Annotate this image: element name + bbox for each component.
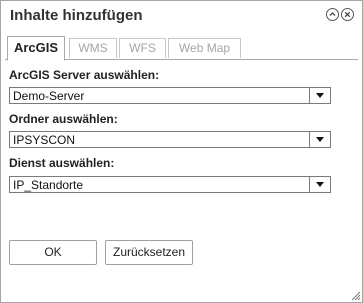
close-icon [344, 11, 351, 18]
resize-grip-icon[interactable] [350, 290, 361, 301]
folder-select-arrow[interactable] [309, 132, 330, 147]
server-select-value: Demo-Server [13, 89, 85, 103]
triangle-down-icon [316, 182, 324, 187]
folder-label: Ordner auswählen: [9, 112, 118, 126]
collapse-button[interactable] [326, 8, 339, 21]
server-select[interactable]: Demo-Server [9, 87, 331, 104]
ok-button[interactable]: OK [9, 240, 97, 265]
server-label: ArcGIS Server auswählen: [9, 68, 160, 82]
tab-wms[interactable]: WMS [69, 38, 117, 58]
tab-arcgis[interactable]: ArcGIS [7, 36, 65, 61]
service-select[interactable]: IP_Standorte [9, 176, 331, 193]
triangle-down-icon [316, 93, 324, 98]
service-label: Dienst auswählen: [9, 156, 115, 170]
triangle-down-icon [316, 137, 324, 142]
folder-select[interactable]: IPSYSCON [9, 131, 331, 148]
reset-button[interactable]: Zurücksetzen [105, 240, 193, 265]
tab-wfs[interactable]: WFS [119, 38, 166, 58]
dialog-titlebar[interactable]: Inhalte hinzufügen [1, 1, 362, 31]
add-content-dialog: Inhalte hinzufügen ArcGIS WMS WFS Web Ma… [0, 0, 363, 303]
server-select-arrow[interactable] [309, 88, 330, 103]
service-select-arrow[interactable] [309, 177, 330, 192]
close-button[interactable] [341, 8, 354, 21]
dialog-title: Inhalte hinzufügen [10, 7, 143, 24]
chevron-up-icon [329, 12, 336, 16]
tab-bar: ArcGIS WMS WFS Web Map [5, 36, 358, 61]
folder-select-value: IPSYSCON [13, 133, 76, 147]
service-select-value: IP_Standorte [13, 178, 84, 192]
tab-web-map[interactable]: Web Map [168, 38, 241, 58]
